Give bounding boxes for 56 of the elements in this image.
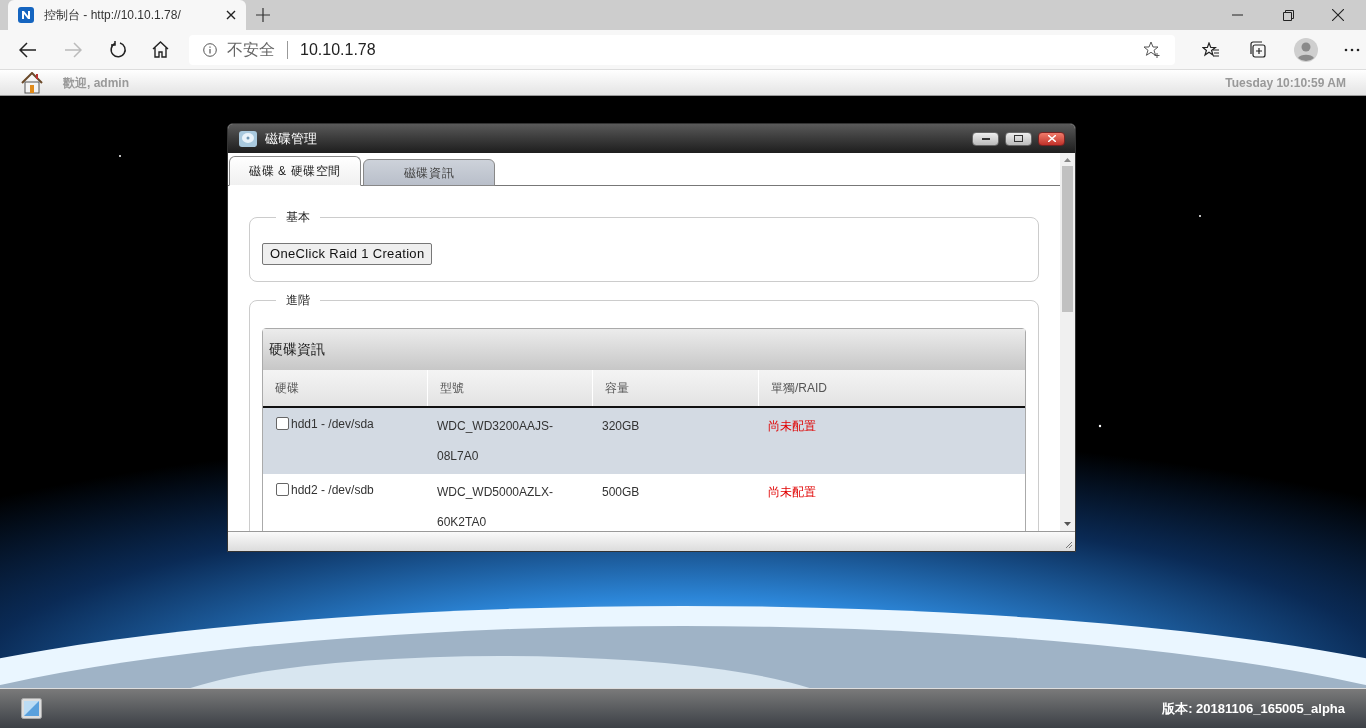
resize-grip-icon[interactable] bbox=[1065, 541, 1073, 549]
add-favorite-icon[interactable] bbox=[1143, 41, 1161, 58]
info-icon bbox=[203, 42, 217, 57]
window-title: 磁碟管理 bbox=[265, 129, 317, 148]
minimize-icon bbox=[981, 137, 990, 140]
maximize-icon bbox=[1014, 135, 1023, 142]
browser-tab[interactable]: 控制台 - http://10.10.1.78/ bbox=[8, 0, 246, 30]
address-bar[interactable]: 不安全 10.10.1.78 bbox=[189, 34, 1175, 65]
close-button[interactable] bbox=[1038, 131, 1065, 146]
table-cell: hdd2 - /dev/sdb bbox=[291, 482, 374, 499]
column-header[interactable]: 型號 bbox=[427, 370, 592, 407]
more-icon[interactable] bbox=[1344, 47, 1360, 52]
raid-creation-button[interactable]: OneClick Raid 1 Creation bbox=[262, 243, 433, 265]
welcome-text: 歡迎, admin bbox=[63, 74, 129, 92]
new-tab-icon[interactable] bbox=[256, 8, 270, 22]
table-cell-text: WDC_WD3200AAJS-08L7A0 bbox=[437, 418, 555, 466]
tab[interactable]: 磁碟 & 硬碟空間 bbox=[229, 156, 361, 186]
scrollbar[interactable] bbox=[1060, 153, 1075, 531]
house-icon[interactable] bbox=[21, 71, 43, 94]
tab[interactable]: 磁碟資訊 bbox=[363, 159, 495, 186]
table-cell: 320GB bbox=[602, 419, 640, 434]
table-cell: 500GB bbox=[602, 485, 640, 500]
profile-avatar-icon[interactable] bbox=[1294, 37, 1318, 62]
column-header[interactable]: 容量 bbox=[592, 370, 758, 407]
tab-title: 控制台 - http://10.10.1.78/ bbox=[44, 7, 182, 24]
panel-title: 硬碟資訊 bbox=[269, 340, 325, 360]
status-text: 尚未配置 bbox=[768, 485, 816, 500]
collections-icon[interactable] bbox=[1249, 41, 1266, 58]
app-logo-icon bbox=[18, 7, 34, 23]
restore-icon[interactable] bbox=[1283, 10, 1294, 21]
back-icon[interactable] bbox=[19, 41, 37, 58]
refresh-icon[interactable] bbox=[109, 40, 127, 59]
status-text: 尚未配置 bbox=[768, 419, 816, 434]
minimize-button[interactable] bbox=[972, 131, 999, 146]
clock-text: Tuesday 10:10:59 AM bbox=[1225, 74, 1346, 92]
column-header[interactable]: 單獨/RAID bbox=[758, 370, 1025, 407]
home-icon[interactable] bbox=[152, 41, 169, 58]
maximize-button[interactable] bbox=[1005, 131, 1032, 146]
scroll-thumb[interactable] bbox=[1062, 166, 1073, 312]
table-row[interactable]: hdd1 - /dev/sda WDC_WD3200AAJS-08L7A0 320GB 尚未配置 bbox=[263, 408, 1025, 475]
table-cell: hdd1 - /dev/sda bbox=[291, 416, 374, 433]
group-legend: 進階 bbox=[276, 291, 320, 310]
close-icon[interactable] bbox=[1332, 9, 1344, 21]
column-header[interactable]: 硬碟 bbox=[263, 370, 427, 407]
scroll-up-icon[interactable] bbox=[1064, 158, 1071, 162]
version-text: 版本: 20181106_165005_alpha bbox=[1162, 699, 1345, 718]
favorites-icon[interactable] bbox=[1202, 41, 1220, 58]
close-icon[interactable] bbox=[226, 10, 236, 20]
close-icon bbox=[1047, 135, 1056, 142]
url-text: 10.10.1.78 bbox=[300, 39, 376, 60]
checkbox[interactable] bbox=[276, 483, 289, 497]
security-label: 不安全 bbox=[227, 39, 275, 60]
table-cell-text: WDC_WD5000AZLX-60K2TA0 bbox=[437, 484, 555, 531]
scroll-down-icon[interactable] bbox=[1064, 522, 1071, 526]
group-legend: 基本 bbox=[276, 208, 320, 226]
checkbox[interactable] bbox=[276, 417, 289, 431]
